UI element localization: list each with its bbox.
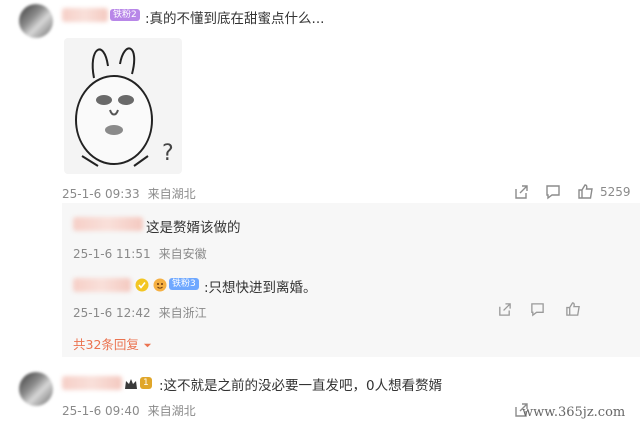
like-count: 5259 [600, 185, 631, 199]
comment-text: :这不就是之前的没必要一直发吧，0人想看赘婿 [159, 378, 443, 394]
avatar-emoji-icon [153, 277, 167, 296]
svg-text:?: ? [162, 141, 174, 166]
verified-icon [135, 277, 149, 296]
reply-meta: 25-1-6 12:42 来自浙江 [73, 304, 215, 321]
chevron-down-icon [143, 343, 151, 348]
comment-sticker-image[interactable]: ? [64, 38, 182, 174]
more-replies-link[interactable]: 共32条回复 [73, 334, 152, 353]
reply-date: 25-1-6 11:51 [73, 247, 151, 261]
reply-username[interactable] [73, 278, 131, 292]
comment-text: :真的不懂到底在甜蜜点什么... [145, 11, 325, 27]
rabbit-sticker: ? [75, 47, 174, 167]
comment-icon[interactable] [545, 184, 561, 204]
avatar[interactable] [19, 372, 53, 406]
reply-username[interactable] [73, 217, 143, 231]
watermark: www.365jz.com [522, 405, 626, 420]
reply-location: 来自安徽 [158, 247, 207, 261]
reply-location: 来自浙江 [158, 306, 207, 320]
crown-icon [124, 376, 138, 395]
avatar[interactable] [19, 4, 53, 38]
comment-meta: 25-1-6 09:33 来自湖北 [62, 185, 204, 202]
reply-date: 25-1-6 12:42 [73, 306, 151, 320]
username[interactable] [62, 376, 122, 390]
comment-date: 25-1-6 09:40 [62, 404, 140, 418]
fan-badge: 铁粉2 [110, 9, 140, 21]
share-icon[interactable] [513, 184, 529, 204]
comment-meta: 25-1-6 09:40 来自湖北 [62, 402, 204, 419]
reply-text: 这是赘婿该做的 [146, 220, 241, 236]
comment-date: 25-1-6 09:33 [62, 187, 140, 201]
fan-badge: 铁粉3 [169, 278, 199, 290]
share-icon[interactable] [497, 302, 512, 321]
like-icon[interactable] [565, 301, 581, 321]
comment-icon[interactable] [530, 302, 545, 321]
reply-meta: 25-1-6 11:51 来自安徽 [73, 245, 215, 262]
comment-location: 来自湖北 [147, 404, 196, 418]
level-badge: 1 [140, 377, 152, 389]
like-icon[interactable] [577, 183, 594, 204]
reply-text: :只想快进到离婚。 [204, 280, 317, 296]
comment-location: 来自湖北 [147, 187, 196, 201]
username[interactable] [62, 8, 108, 22]
